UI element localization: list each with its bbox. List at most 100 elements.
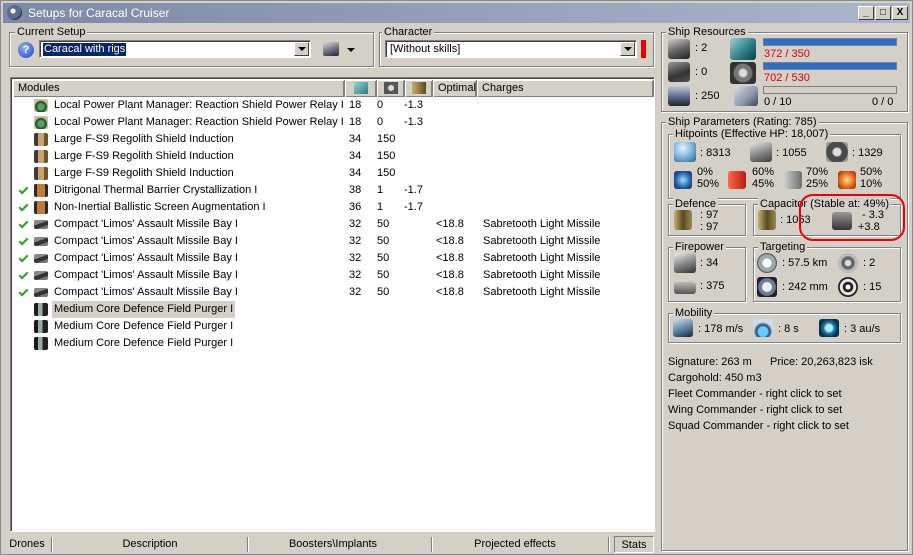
module-row[interactable]: Medium Core Defence Field Purger I [13,335,663,352]
module-cpu: 18 [349,116,362,128]
module-row[interactable]: Non-Inertial Ballistic Screen Augmentati… [13,199,663,216]
em-resist-icon [674,171,692,189]
turret-hardpoints-icon [668,39,690,59]
close-button[interactable]: X [892,6,908,20]
module-row[interactable]: Large F-S9 Regolith Shield Induction 34 15… [13,131,663,148]
module-row[interactable]: Compact 'Limos' Assault Missile Bay I 32 5… [13,284,663,301]
setup-select-value: Caracal with rigs [43,43,127,56]
tools-dropdown-icon[interactable] [347,48,355,52]
module-row[interactable]: Large F-S9 Regolith Shield Induction 34 15… [13,148,663,165]
module-capacitor: -1.3 [404,116,423,128]
active-check-icon[interactable] [18,218,29,229]
module-optimal: <18.8 [436,252,464,264]
active-check-icon[interactable] [18,269,29,280]
powergrid-bar-fill [764,63,896,69]
armor-icon [750,142,772,162]
col-optimal[interactable]: Optimal [433,80,477,97]
em-shield-resist: 0% [697,166,713,178]
hitpoints-label: Hitpoints (Effective HP: 18,007) [673,128,831,140]
cpu-icon [730,38,756,60]
module-row[interactable]: Compact 'Limos' Assault Missile Bay I 32 5… [13,267,663,284]
module-cpu: 34 [349,133,362,145]
module-row[interactable]: Compact 'Limos' Assault Missile Bay I 32 5… [13,250,663,267]
thermal-shield-resist: 60% [752,166,775,178]
setup-tools-icon[interactable] [323,42,339,56]
module-charge: Sabretooth Light Missile [483,235,601,247]
help-icon[interactable]: ? [18,42,34,58]
tab-stats[interactable]: Stats [614,536,654,553]
mobility-label: Mobility [673,307,715,319]
targeting-range-icon [757,253,777,273]
active-check-icon[interactable] [18,201,29,212]
structure-icon [826,142,848,162]
tab-boosters-implants[interactable]: Boosters\Implants [265,536,401,553]
structure-hp-value: : 1329 [852,147,883,159]
thermal-armor-resist: 45% [752,178,775,190]
tab-description[interactable]: Description [83,536,217,553]
col-capacitor[interactable] [405,80,433,97]
module-row[interactable]: Medium Core Defence Field Purger I [13,318,663,335]
squad-commander[interactable]: Squad Commander - right click to set [668,420,849,432]
minimize-button[interactable]: _ [858,6,874,20]
tab-drones[interactable]: Drones [7,536,47,553]
title-bar[interactable]: Setups for Caracal Cruiser _ □ X [3,3,910,23]
col-cpu[interactable] [345,80,377,97]
max-targets-value: : 2 [863,257,876,269]
velocity-icon [673,319,693,337]
module-powergrid: 0 [377,99,384,111]
fleet-commander[interactable]: Fleet Commander - right click to set [668,388,842,400]
module-powergrid: 50 [377,286,390,298]
module-charge: Sabretooth Light Missile [483,269,601,281]
module-cpu: 36 [349,201,362,213]
app-icon [7,5,22,20]
modules-list[interactable]: Modules Optimal Charges Local Power Plan… [10,77,655,532]
module-powergrid: 150 [377,167,396,179]
powergrid-value: 702 / 530 [764,72,810,84]
module-row[interactable]: Large F-S9 Regolith Shield Induction 34 15… [13,165,663,182]
cpu-bar [763,38,897,46]
capacitor-highlight-annotation [799,194,905,241]
character-label: Character [382,26,435,38]
shield-extender-icon [34,150,48,163]
col-charges[interactable]: Charges [477,80,654,97]
kinetic-armor-resist: 25% [806,178,829,190]
relay-icon [34,116,48,129]
module-row[interactable]: Local Power Plant Manager: Reaction Shie… [13,97,663,114]
module-row[interactable]: Compact 'Limos' Assault Missile Bay I 32 5… [13,216,663,233]
wing-commander[interactable]: Wing Commander - right click to set [668,404,842,416]
module-powergrid: 50 [377,235,390,247]
modules-header: Modules Optimal Charges [13,80,654,97]
active-check-icon[interactable] [18,235,29,246]
active-check-icon[interactable] [18,286,29,297]
character-select[interactable]: [Without skills] [385,40,637,58]
velocity-value: : 178 m/s [698,323,744,335]
module-row[interactable]: Local Power Plant Manager: Reaction Shie… [13,114,663,131]
ship-panel: Ship Resources : 2 : 0 : 250 372 / 350 7… [660,24,911,554]
turret-dps-value: : 34 [700,257,719,269]
chevron-down-icon[interactable] [294,42,309,56]
maximize-button[interactable]: □ [875,6,891,20]
signature-value: Signature: 263 m [668,356,752,368]
shield-hp-value: : 8313 [700,147,731,159]
tab-projected-effects[interactable]: Projected effects [453,536,577,553]
module-name: Compact 'Limos' Assault Missile Bay I [54,235,238,247]
module-cpu: 32 [349,252,362,264]
missile-dps-icon [674,282,696,294]
col-powergrid[interactable] [377,80,405,97]
setup-select[interactable]: Caracal with rigs [39,40,311,58]
module-capacitor: -1.3 [404,99,423,111]
module-row[interactable]: Compact 'Limos' Assault Missile Bay I 32 5… [13,233,663,250]
purger-icon [34,320,48,333]
active-check-icon[interactable] [18,252,29,263]
align-time-value: : 8 s [778,323,799,335]
active-check-icon[interactable] [18,184,29,195]
module-row[interactable]: Medium Core Defence Field Purger I [13,301,663,318]
module-charge: Sabretooth Light Missile [483,286,601,298]
cpu-value: 372 / 350 [764,48,810,60]
chevron-down-icon[interactable] [620,42,635,56]
module-name: Compact 'Limos' Assault Missile Bay I [54,286,238,298]
module-row[interactable]: Ditrigonal Thermal Barrier Crystallizati… [13,182,663,199]
module-name: Compact 'Limos' Assault Missile Bay I [54,218,238,230]
col-modules[interactable]: Modules [13,80,345,97]
firepower-label: Firepower [673,241,726,253]
